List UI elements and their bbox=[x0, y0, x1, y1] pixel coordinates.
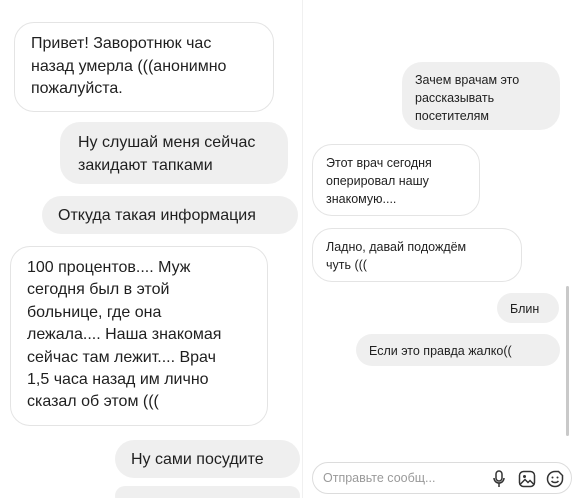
message-bubble: Этот врач сегодня оперировал нашу знаком… bbox=[312, 144, 480, 216]
scrollbar[interactable] bbox=[566, 286, 569, 436]
message-bubble: Привет! Заворотнюк час назад умерла (((а… bbox=[14, 22, 274, 112]
message-bubble-cut bbox=[115, 486, 300, 498]
panel-divider bbox=[302, 0, 303, 498]
image-icon[interactable] bbox=[517, 469, 537, 489]
microphone-icon[interactable] bbox=[489, 469, 509, 489]
message-composer[interactable]: Отправьте сообщ... bbox=[312, 462, 572, 494]
message-bubble: Если это правда жалко(( bbox=[356, 334, 560, 366]
message-bubble: Ну слушай меня сейчас закидают тапками bbox=[60, 122, 288, 184]
message-bubble: Зачем врачам это рассказывать посетителя… bbox=[402, 62, 560, 130]
message-bubble: 100 процентов.... Муж сегодня был в этой… bbox=[10, 246, 268, 426]
message-bubble: Ладно, давай подождём чуть ((( bbox=[312, 228, 522, 282]
sticker-icon[interactable] bbox=[545, 469, 565, 489]
message-input[interactable]: Отправьте сообщ... bbox=[323, 471, 435, 485]
message-bubble: Откуда такая информация bbox=[42, 196, 298, 234]
message-bubble: Блин bbox=[497, 293, 559, 323]
message-bubble: Ну сами посудите bbox=[115, 440, 300, 478]
